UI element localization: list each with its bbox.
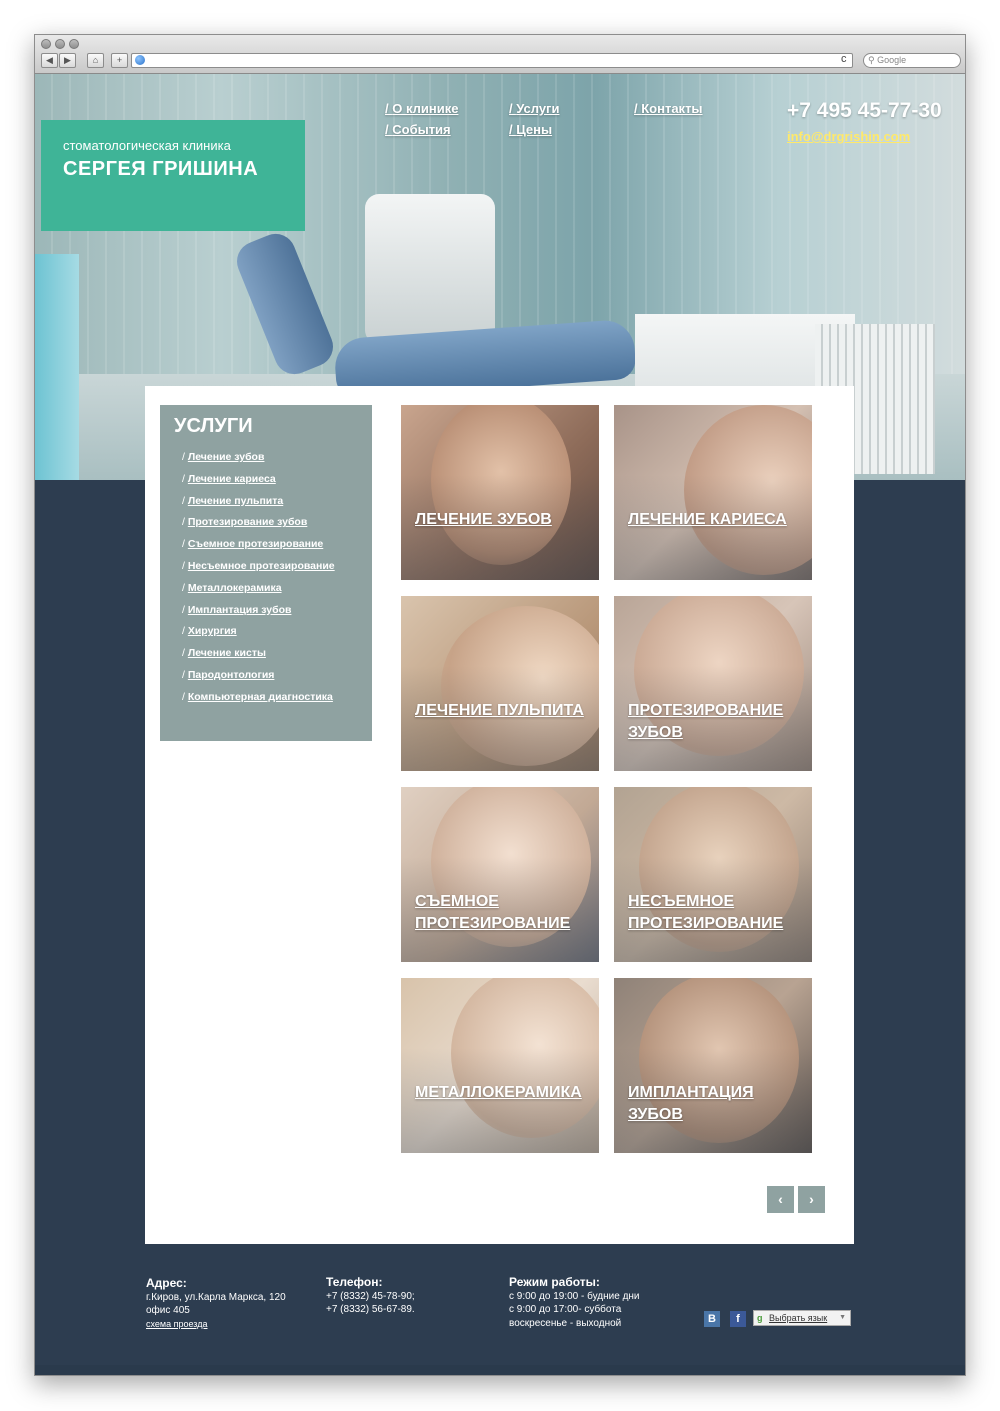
hero-cabinet — [35, 254, 79, 480]
home-button[interactable]: ⌂ — [87, 53, 104, 68]
tile-label: НЕСЪЕМНОЕ ПРОТЕЗИРОВАНИЕ — [628, 893, 784, 932]
tile-shade — [401, 978, 599, 1153]
nav-link-events[interactable]: / События — [385, 122, 451, 137]
address-bar[interactable] — [131, 53, 853, 68]
language-label: Выбрать язык — [769, 1313, 828, 1323]
next-page-button[interactable]: › — [798, 1186, 825, 1213]
sidebar-item[interactable]: / Лечение зубов — [182, 451, 335, 473]
tile-label: СЪЕМНОЕ ПРОТЕЗИРОВАНИЕ — [415, 893, 571, 932]
hours-line: с 9:00 до 17:00- суббота — [509, 1304, 622, 1315]
sidebar-item[interactable]: / Лечение кариеса — [182, 473, 335, 495]
service-tile[interactable]: ИМПЛАНТАЦИЯ ЗУБОВ — [614, 978, 812, 1153]
prev-page-button[interactable]: ‹ — [767, 1186, 794, 1213]
service-tile[interactable]: ЛЕЧЕНИЕ КАРИЕСА — [614, 405, 812, 580]
content-panel: УСЛУГИ / Лечение зубов / Лечение кариеса… — [145, 386, 854, 1244]
sidebar-item[interactable]: / Несъемное протезирование — [182, 560, 335, 582]
tile-shade — [401, 596, 599, 771]
service-tile[interactable]: ПРОТЕЗИРОВАНИЕ ЗУБОВ — [614, 596, 812, 771]
tile-label: ЛЕЧЕНИЕ КАРИЕСА — [628, 511, 787, 528]
globe-icon — [135, 55, 145, 65]
address-line: г.Киров, ул.Карла Маркса, 120 — [146, 1292, 286, 1303]
address-title: Адрес: — [146, 1276, 187, 1290]
sidebar-list: / Лечение зубов / Лечение кариеса / Лече… — [182, 451, 335, 713]
sidebar-item[interactable]: / Пародонтология — [182, 669, 335, 691]
search-icon: ⚲ — [868, 55, 878, 65]
sidebar-item[interactable]: / Съемное протезирование — [182, 538, 335, 560]
service-tile[interactable]: НЕСЪЕМНОЕ ПРОТЕЗИРОВАНИЕ — [614, 787, 812, 962]
header-email[interactable]: info@drgrishin.com — [787, 129, 910, 144]
tile-label: МЕТАЛЛОКЕРАМИКА — [415, 1084, 582, 1101]
nav-link-about[interactable]: / О клинике — [385, 101, 458, 116]
tile-label: ЛЕЧЕНИЕ ЗУБОВ — [415, 511, 552, 528]
tile-label: ЛЕЧЕНИЕ ПУЛЬПИТА — [415, 702, 584, 719]
tile-shade — [614, 978, 812, 1153]
sidebar-item[interactable]: / Металлокерамика — [182, 582, 335, 604]
facebook-icon[interactable]: f — [730, 1311, 746, 1327]
tile-shade — [401, 787, 599, 962]
vk-icon[interactable]: В — [704, 1311, 720, 1327]
sidebar-item[interactable]: / Компьютерная диагностика — [182, 691, 335, 713]
services-sidebar: УСЛУГИ / Лечение зубов / Лечение кариеса… — [160, 405, 372, 741]
forward-button[interactable]: ▶ — [59, 53, 76, 68]
sidebar-item[interactable]: / Имплантация зубов — [182, 604, 335, 626]
map-link[interactable]: схема проезда — [146, 1319, 207, 1329]
sidebar-item[interactable]: / Лечение кисты — [182, 647, 335, 669]
hours-title: Режим работы: — [509, 1275, 600, 1289]
nav-link-services[interactable]: / Услуги — [509, 101, 559, 116]
phone-line: +7 (8332) 45-78-90; — [326, 1291, 415, 1302]
hours-line: с 9:00 до 19:00 - будние дни — [509, 1291, 640, 1302]
service-tile[interactable]: МЕТАЛЛОКЕРАМИКА — [401, 978, 599, 1153]
logo[interactable]: стоматологическая клиника СЕРГЕЯ ГРИШИНА — [41, 120, 305, 231]
window-bottom-edge — [35, 1365, 965, 1375]
language-select[interactable]: g Выбрать язык ▼ — [753, 1310, 851, 1326]
window-minimize-dot[interactable] — [55, 39, 65, 49]
browser-toolbar: ◀ ▶ ⌂ + c ⚲ Google — [35, 35, 965, 74]
reload-icon[interactable]: c — [841, 53, 847, 65]
nav-link-prices[interactable]: / Цены — [509, 122, 552, 137]
service-tile[interactable]: ЛЕЧЕНИЕ ЗУБОВ — [401, 405, 599, 580]
service-tile[interactable]: СЪЕМНОЕ ПРОТЕЗИРОВАНИЕ — [401, 787, 599, 962]
sidebar-item[interactable]: / Лечение пульпита — [182, 495, 335, 517]
browser-window: ◀ ▶ ⌂ + c ⚲ Google стоматологическая кли… — [34, 34, 966, 1376]
logo-subtitle: стоматологическая клиника — [63, 138, 231, 153]
sidebar-title: УСЛУГИ — [174, 415, 253, 437]
logo-title: СЕРГЕЯ ГРИШИНА — [63, 158, 259, 180]
tile-label: ИМПЛАНТАЦИЯ ЗУБОВ — [628, 1084, 754, 1123]
back-button[interactable]: ◀ — [41, 53, 58, 68]
tile-label: ПРОТЕЗИРОВАНИЕ ЗУБОВ — [628, 702, 784, 741]
phone-title: Телефон: — [326, 1275, 383, 1289]
sidebar-item[interactable]: / Хирургия — [182, 625, 335, 647]
tile-shade — [401, 405, 599, 580]
search-input[interactable]: ⚲ Google — [863, 53, 961, 68]
service-tile[interactable]: ЛЕЧЕНИЕ ПУЛЬПИТА — [401, 596, 599, 771]
hours-line: воскресенье - выходной — [509, 1318, 622, 1329]
sidebar-item[interactable]: / Протезирование зубов — [182, 516, 335, 538]
phone-line: +7 (8332) 56-67-89. — [326, 1304, 415, 1315]
tile-shade — [614, 787, 812, 962]
search-placeholder: Google — [877, 55, 907, 65]
google-translate-icon: g — [757, 1313, 763, 1323]
tile-shade — [614, 596, 812, 771]
nav-link-contacts[interactable]: / Контакты — [634, 101, 703, 116]
address-line: офис 405 — [146, 1305, 190, 1316]
window-zoom-dot[interactable] — [69, 39, 79, 49]
chevron-down-icon: ▼ — [839, 1314, 846, 1321]
hero-dental-unit — [365, 194, 495, 344]
tile-shade — [614, 405, 812, 580]
add-bookmark-button[interactable]: + — [111, 53, 128, 68]
window-close-dot[interactable] — [41, 39, 51, 49]
header-phone[interactable]: +7 495 45-77-30 — [787, 99, 942, 123]
